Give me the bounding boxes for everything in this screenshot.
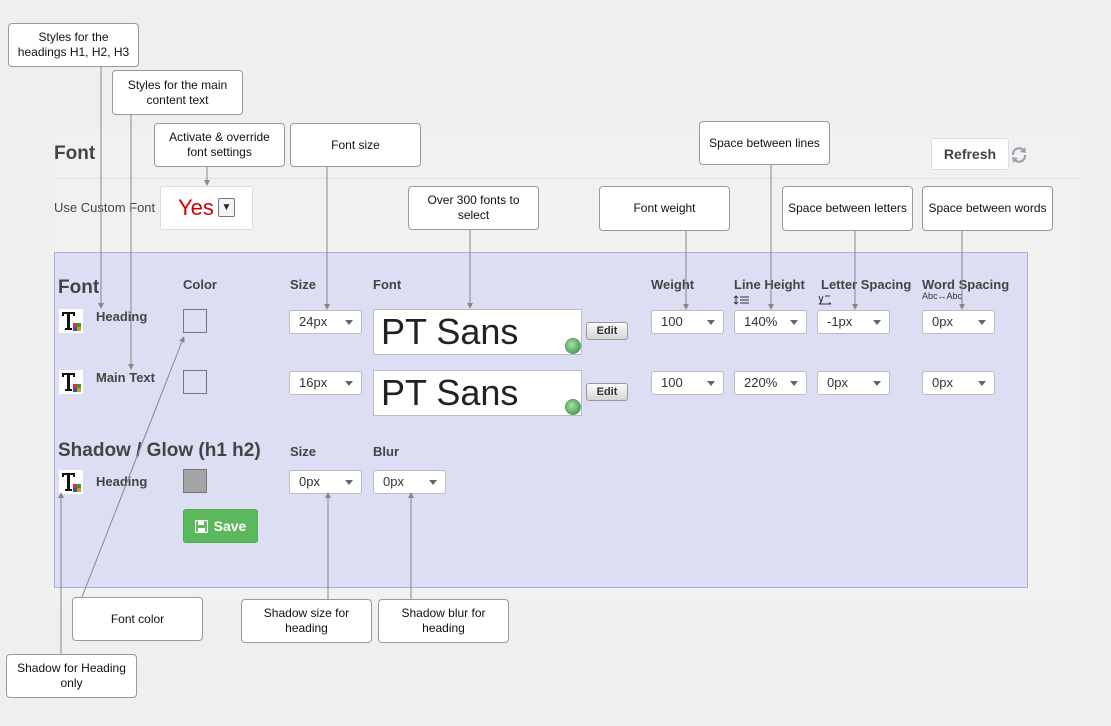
- callout-shadow-size: Shadow size for heading: [241, 599, 372, 643]
- callout-fonts: Over 300 fonts to select: [408, 186, 539, 230]
- callout-headings: Styles for the headings H1, H2, H3: [8, 23, 139, 67]
- callout-shadow-heading: Shadow for Heading only: [6, 654, 137, 698]
- callout-font-size: Font size: [290, 123, 421, 167]
- callout-font-color: Font color: [72, 597, 203, 641]
- callout-font-weight: Font weight: [599, 186, 730, 231]
- callout-shadow-blur: Shadow blur for heading: [378, 599, 509, 643]
- callout-main-text: Styles for the main content text: [112, 70, 243, 115]
- callout-activate: Activate & override font settings: [154, 123, 285, 167]
- callout-letter-space: Space between letters: [782, 186, 913, 231]
- callout-line-space: Space between lines: [699, 121, 830, 165]
- callout-word-space: Space between words: [922, 186, 1053, 231]
